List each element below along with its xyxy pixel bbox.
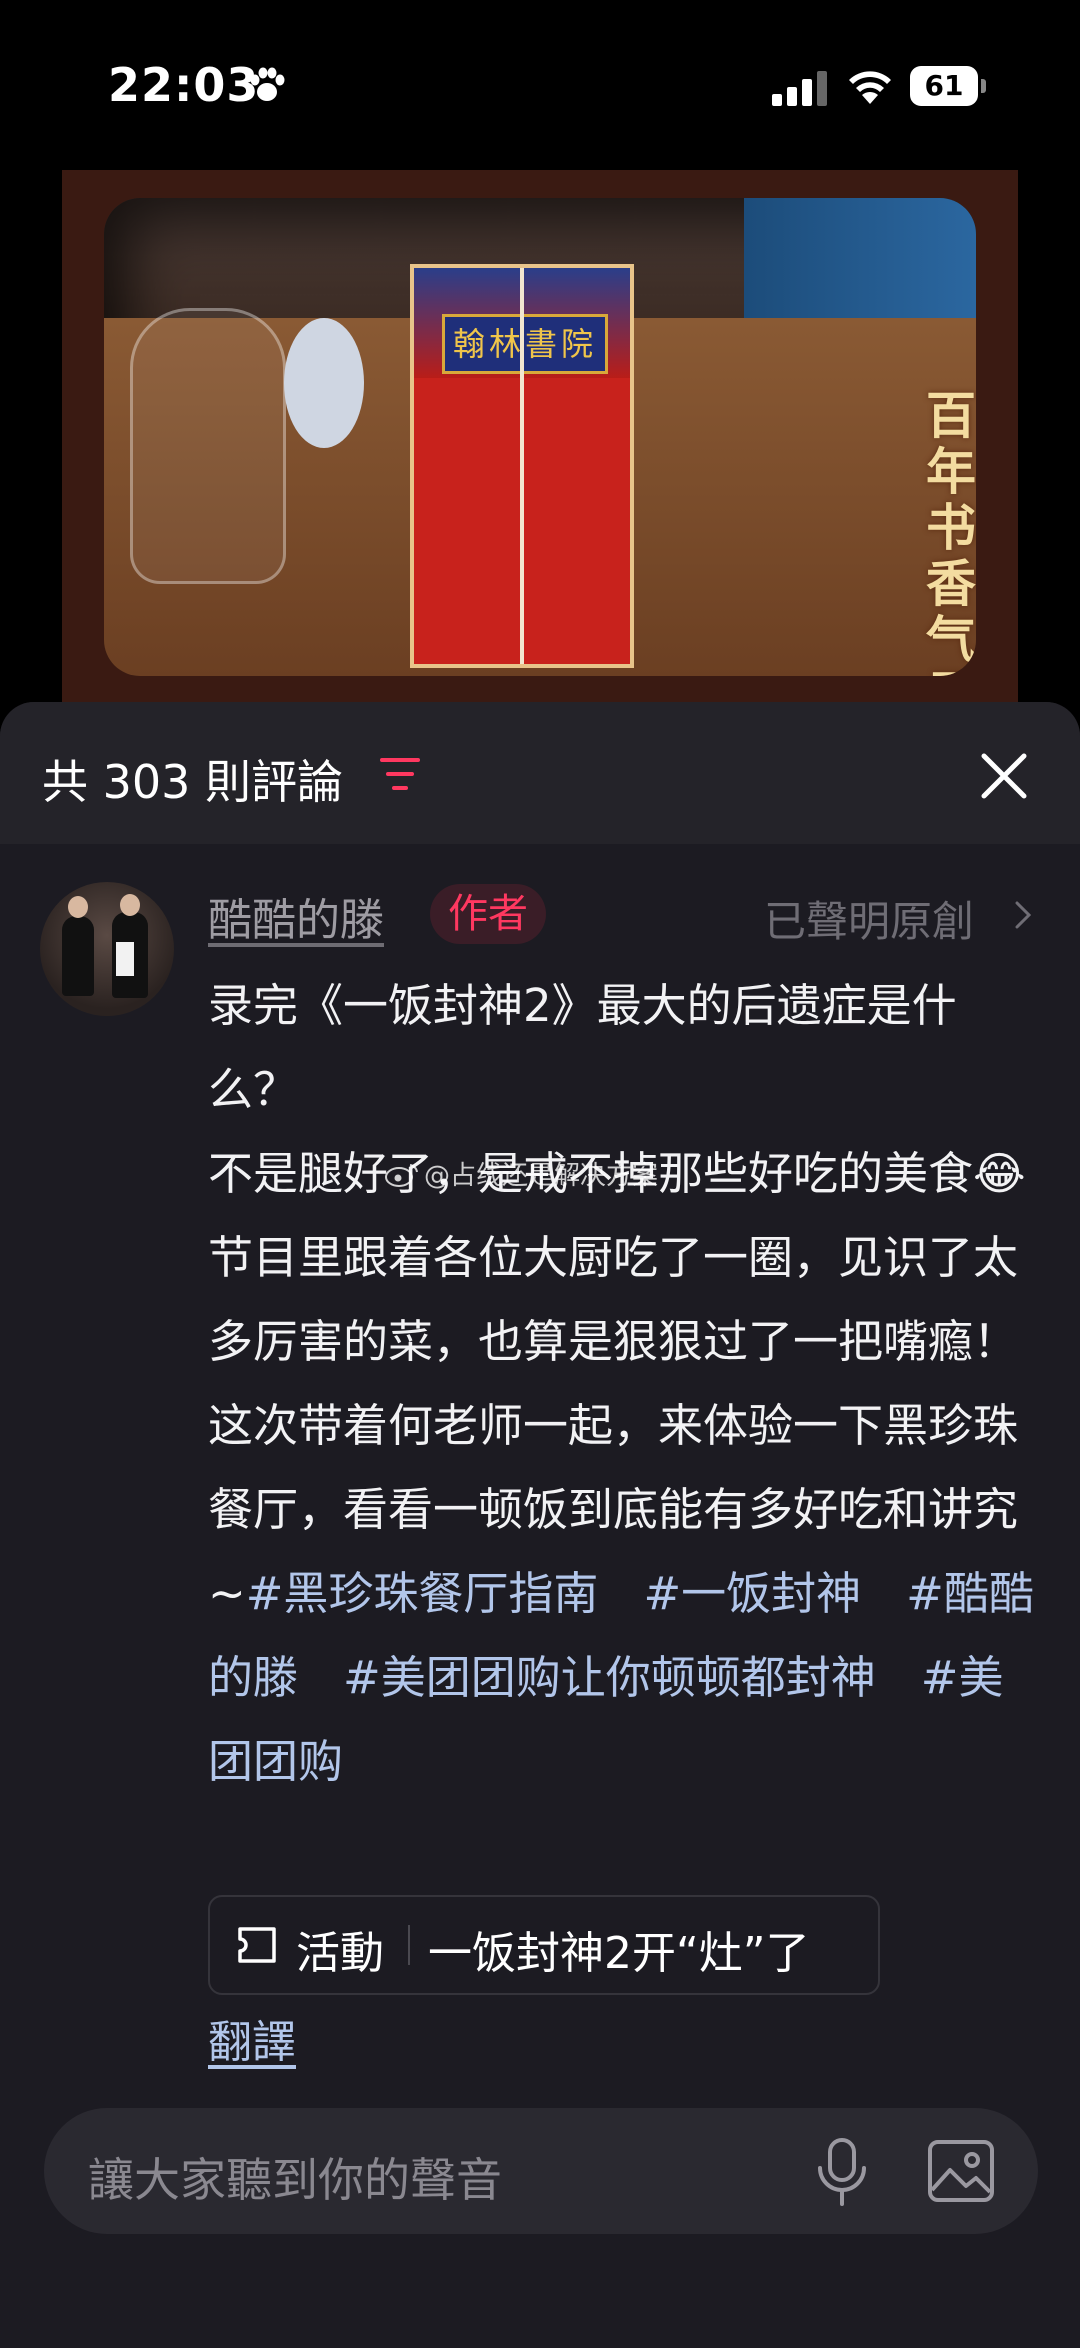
activity-divider (408, 1925, 410, 1965)
battery-percentage: 61 (924, 69, 964, 102)
avatar-figure-left (62, 916, 94, 996)
wifi-icon (849, 71, 891, 104)
avatar-head-right (120, 894, 140, 916)
close-icon[interactable] (978, 750, 1030, 802)
translate-link[interactable]: 翻譯 (208, 2006, 296, 2070)
signal-icon (772, 71, 827, 106)
comment-input[interactable]: 讓大家聽到你的聲音 (44, 2108, 1038, 2234)
avatar-card (116, 942, 134, 976)
activity-title: 一饭封神2开“灶”了 (428, 1928, 810, 1979)
video-caption: 百年书香气里 (926, 386, 976, 677)
menu-book-plaque: 翰林書院 (442, 314, 608, 374)
weibo-icon (385, 1163, 418, 1187)
avatar-head-left (68, 896, 88, 918)
video-image: 翰林書院 百年书香气里 (104, 198, 976, 676)
menu-book-image: 翰林書院 (410, 264, 634, 668)
menu-book-seam (520, 268, 524, 664)
comment-username[interactable]: 酷酷的滕 (208, 884, 384, 948)
activity-label: 活動 (296, 1928, 384, 1979)
status-time: 22:03 (108, 58, 260, 112)
activity-icon (238, 1927, 276, 1963)
hashtag[interactable]: #美团团购让你顿顿都封神 (343, 1651, 876, 1704)
battery-indicator: 61 (910, 66, 986, 106)
comment-input-placeholder: 讓大家聽到你的聲音 (88, 2153, 502, 2207)
comment-paragraph: 节目里跟着各位大厨吃了一圈，见识了太多厉害的菜，也算是狠狠过了一把嘴瘾！这次带着… (208, 1216, 1044, 1804)
microphone-icon[interactable] (814, 2136, 870, 2208)
avatar[interactable] (40, 882, 174, 1016)
comments-header: 共 303 則評論 (0, 702, 1080, 844)
paw-icon (250, 67, 285, 101)
video-player[interactable]: 翰林書院 百年书香气里 (0, 170, 1080, 710)
image-icon[interactable] (926, 2138, 996, 2204)
video-frame: 翰林書院 百年书香气里 (62, 170, 1018, 710)
plate-image (284, 318, 364, 448)
status-bar: 22:03 61 (0, 0, 1080, 170)
wine-glass-image (130, 308, 286, 584)
hashtag[interactable]: #黑珍珠餐厅指南 (246, 1567, 599, 1620)
watermark: @占线还是解决方案 (384, 1155, 658, 1192)
sort-icon[interactable] (378, 754, 426, 794)
activity-chip[interactable]: 活動 一饭封神2开“灶”了 (208, 1895, 880, 1995)
comment-text: 录完《一饭封神2》最大的后遗症是什么？ 不是腿好了，是戒不掉那些好吃的美食😂 节… (208, 964, 1044, 1804)
battery-tip (981, 79, 986, 93)
chevron-right-icon[interactable] (1014, 900, 1032, 930)
watermark-text: @占线还是解决方案 (424, 1161, 659, 1191)
comment-line: 录完《一饭封神2》最大的后遗症是什么？ (208, 979, 957, 1116)
original-declared-label[interactable]: 已聲明原創 (764, 888, 974, 949)
author-badge: 作者 (430, 884, 546, 944)
comment-count: 共 303 則評論 (42, 755, 344, 809)
hashtag[interactable]: #一饭封神 (643, 1567, 861, 1620)
comment-line: 节目里跟着各位大厨吃了一圈，见识了太多厉害的菜，也算是狠狠过了一把嘴瘾！这次带着… (208, 1231, 1019, 1620)
